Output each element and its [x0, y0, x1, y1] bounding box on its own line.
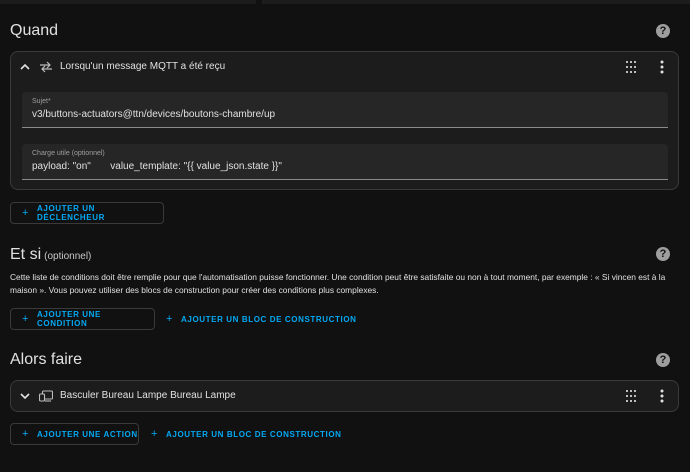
add-condition-building-block-button[interactable]: + AJOUTER UN BLOC DE CONSTRUCTION [166, 308, 357, 330]
condition-description: Cette liste de conditions doit être remp… [10, 272, 666, 295]
add-condition-label: AJOUTER UNE CONDITION [37, 310, 101, 328]
topic-value: v3/buttons-actuators@ttn/devices/boutons… [32, 109, 276, 120]
trigger-card: Lorsqu'un message MQTT a été reçu Sujet*… [10, 51, 679, 190]
plus-icon: + [151, 428, 159, 440]
plus-icon: + [22, 428, 30, 440]
drag-handle-icon[interactable] [626, 390, 636, 402]
action-section-title: Alors faire [10, 351, 83, 368]
action-card-header[interactable]: Basculer Bureau Lampe Bureau Lampe [11, 381, 678, 411]
add-building-block-label: AJOUTER UN BLOC DE CONSTRUCTION [181, 314, 357, 324]
add-action-button[interactable]: + AJOUTER UNE ACTION [10, 423, 139, 445]
topic-field[interactable]: Sujet* v3/buttons-actuators@ttn/devices/… [22, 92, 668, 128]
chevron-down-icon[interactable] [19, 390, 31, 402]
trigger-card-header[interactable]: Lorsqu'un message MQTT a été reçu [11, 52, 678, 82]
plus-icon: + [22, 207, 30, 219]
action-title: Basculer Bureau Lampe Bureau Lampe [60, 390, 236, 401]
chevron-up-icon[interactable] [19, 61, 31, 73]
add-action-building-block-button[interactable]: + AJOUTER UN BLOC DE CONSTRUCTION [151, 423, 342, 445]
trigger-title: Lorsqu'un message MQTT a été reçu [60, 61, 226, 72]
help-icon[interactable]: ? [656, 24, 670, 38]
add-trigger-button[interactable]: + AJOUTER UN DÉCLENCHEUR [10, 202, 164, 224]
help-icon[interactable]: ? [656, 247, 670, 261]
dots-vertical-icon[interactable] [659, 60, 665, 74]
payload-field[interactable]: Charge utile (optionnel) payload: "on" v… [22, 144, 668, 180]
plus-icon: + [22, 313, 30, 325]
add-trigger-label: AJOUTER UN DÉCLENCHEUR [37, 204, 105, 222]
payload-value: payload: "on" value_template: "{{ value_… [32, 161, 282, 172]
optional-label: (optionnel) [44, 251, 92, 262]
devices-icon [39, 390, 53, 402]
top-divider [0, 0, 690, 4]
condition-title-text: Et si [10, 246, 42, 263]
plus-icon: + [166, 313, 174, 325]
topic-label: Sujet* [32, 98, 51, 105]
action-card: Basculer Bureau Lampe Bureau Lampe [10, 380, 679, 412]
swap-arrows-icon [40, 61, 52, 73]
help-icon[interactable]: ? [656, 353, 670, 367]
trigger-section-title: Quand [10, 22, 59, 39]
drag-handle-icon[interactable] [626, 61, 636, 73]
add-action-label: AJOUTER UNE ACTION [37, 429, 138, 439]
dots-vertical-icon[interactable] [659, 389, 665, 403]
condition-section-title: Et si (optionnel) [10, 246, 91, 264]
payload-label: Charge utile (optionnel) [32, 150, 105, 157]
add-building-block-label: AJOUTER UN BLOC DE CONSTRUCTION [166, 429, 342, 439]
add-condition-button[interactable]: + AJOUTER UNE CONDITION [10, 308, 155, 330]
